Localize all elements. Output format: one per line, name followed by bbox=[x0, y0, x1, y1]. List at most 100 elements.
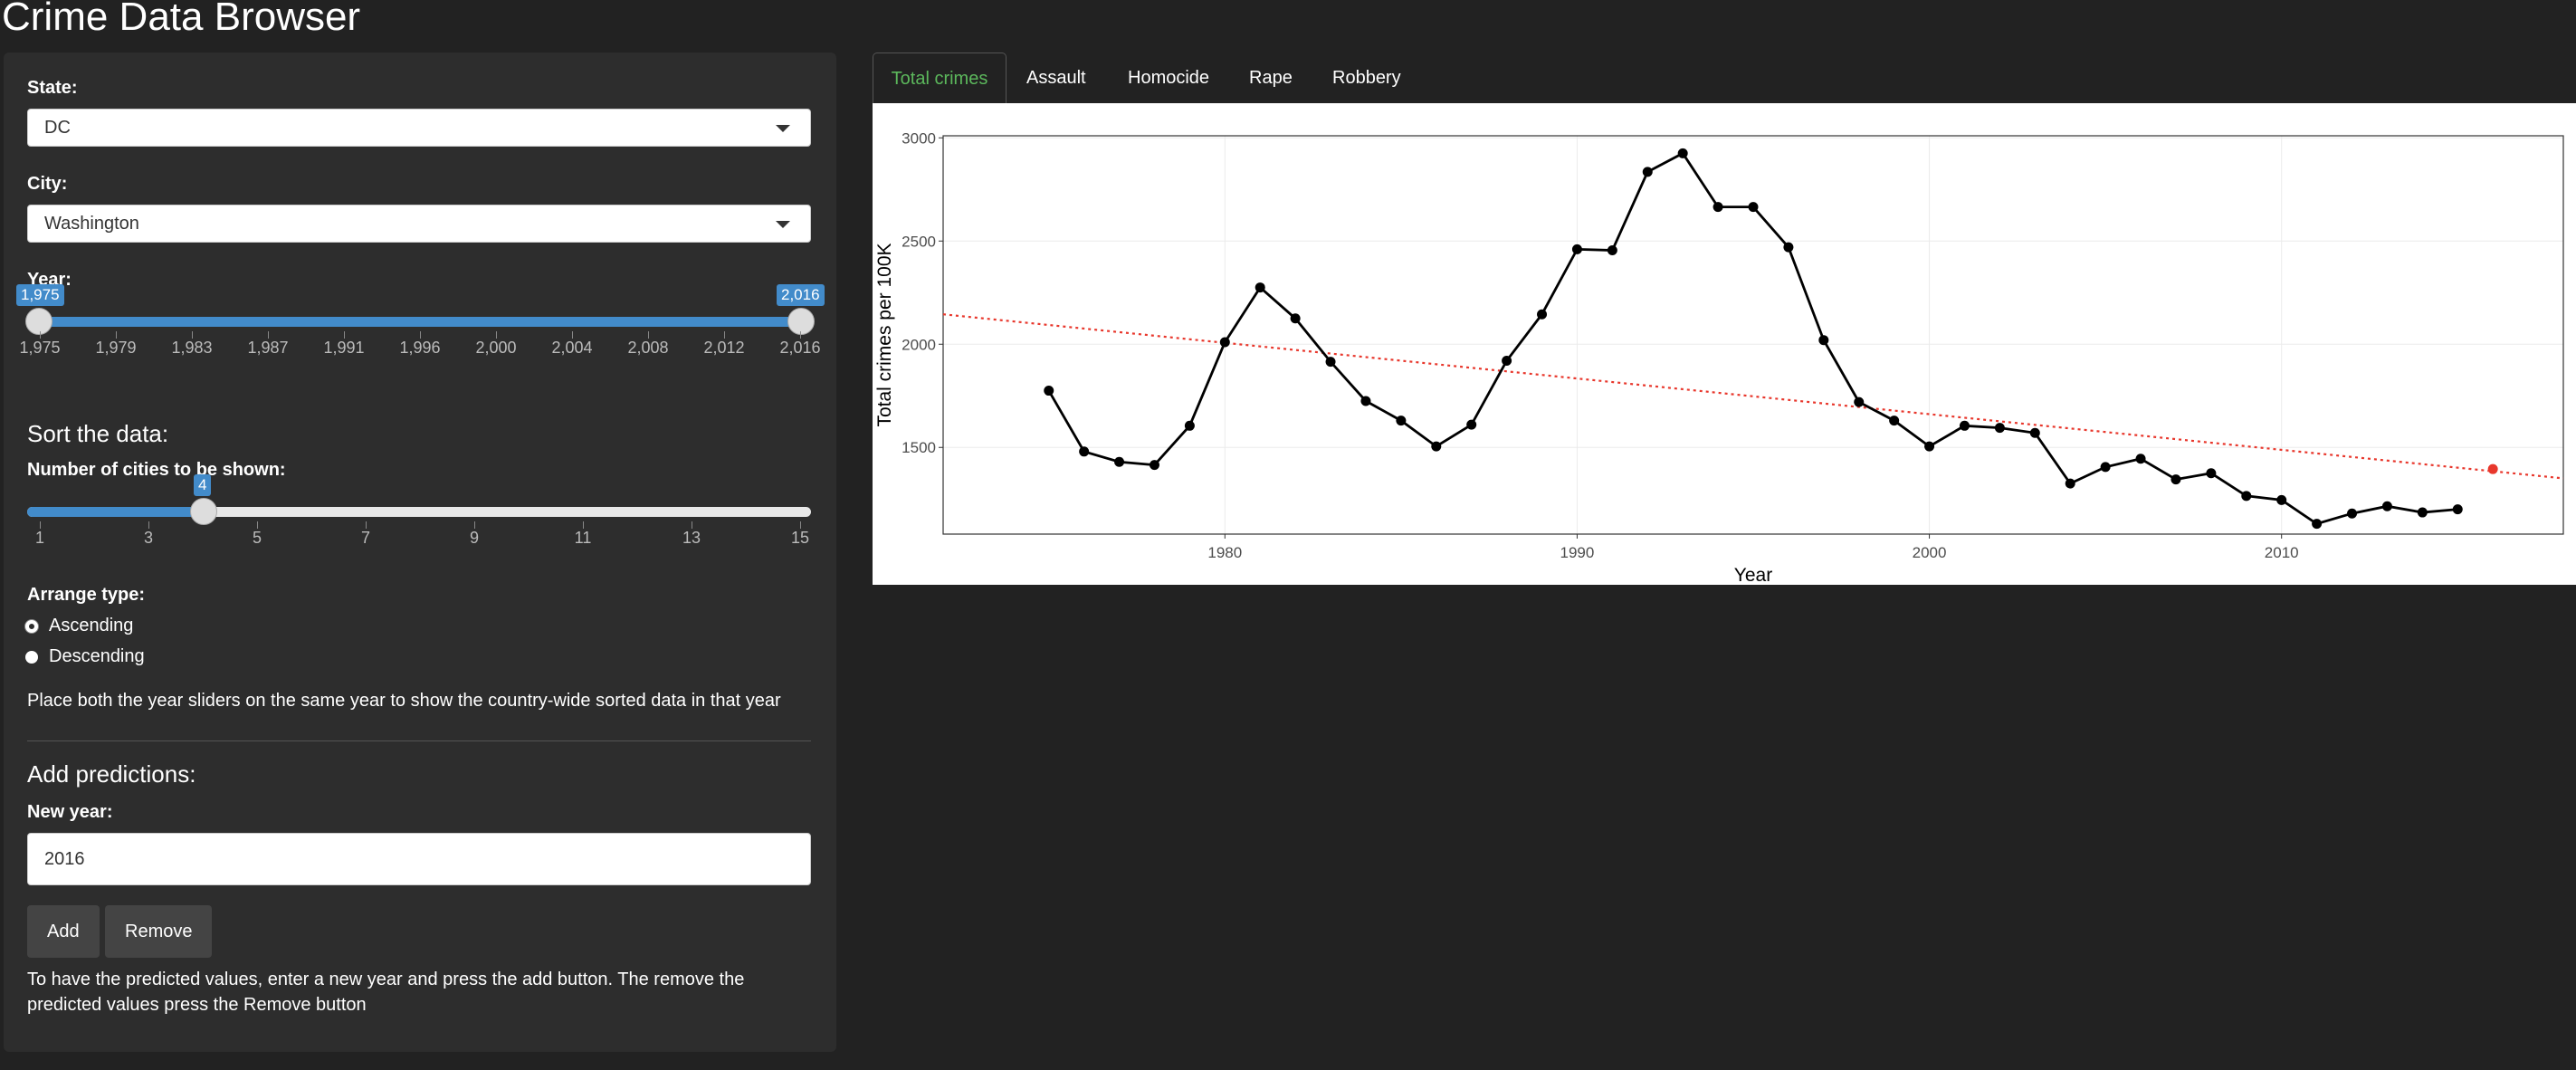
data-point bbox=[1360, 396, 1371, 406]
year-slider-tick-mark bbox=[40, 331, 41, 339]
radio-descending-label: Descending bbox=[49, 646, 145, 666]
year-slider-tick-label: 1,991 bbox=[323, 339, 365, 357]
section-divider bbox=[27, 740, 811, 741]
cities-slider-value: 4 bbox=[194, 474, 212, 496]
year-slider-tick-label: 1,987 bbox=[247, 339, 289, 357]
data-point bbox=[1642, 167, 1653, 177]
predictions-help-text: To have the predicted values, enter a ne… bbox=[27, 970, 745, 1015]
data-point bbox=[1431, 441, 1442, 452]
plot-panel-border bbox=[942, 135, 2564, 535]
year-slider-tick-mark bbox=[268, 331, 269, 339]
data-point bbox=[1783, 242, 1794, 253]
y-tick-label: 1500 bbox=[902, 439, 936, 456]
city-select-value: Washington bbox=[44, 214, 139, 234]
crime-chart: 1500 2000 2500 3000 1980 1990 2000 2010 Year Tota… bbox=[873, 103, 2576, 585]
add-button[interactable]: Add bbox=[27, 905, 100, 958]
year-slider-tick-mark bbox=[648, 331, 649, 339]
cities-slider-tick-label: 13 bbox=[682, 529, 701, 547]
data-point bbox=[1184, 420, 1195, 431]
city-select[interactable]: Washington bbox=[27, 205, 811, 243]
data-point bbox=[2029, 427, 2040, 438]
cities-count-slider[interactable]: 4 1 3 5 7 9 11 13 15 bbox=[4, 474, 836, 559]
year-range-slider[interactable]: 1,975 2,016 1,975 1,979 1,983 1,987 1,991 1,9… bbox=[4, 284, 836, 369]
remove-button[interactable]: Remove bbox=[105, 905, 213, 958]
sort-heading: Sort the data: bbox=[27, 420, 169, 447]
y-tick-label: 3000 bbox=[902, 129, 936, 147]
x-tick-label: 1980 bbox=[1207, 544, 1242, 561]
radio-descending-icon[interactable] bbox=[25, 650, 38, 664]
cities-slider-tick-mark bbox=[148, 521, 149, 529]
year-slider-tick-mark bbox=[344, 331, 345, 339]
year-slider-tick-mark bbox=[192, 331, 193, 339]
data-point bbox=[1537, 309, 1548, 320]
data-point bbox=[2065, 478, 2075, 489]
year-slider-tick-label: 2,008 bbox=[627, 339, 669, 357]
chevron-down-icon bbox=[776, 125, 790, 132]
cities-slider-tick-label: 1 bbox=[34, 529, 45, 547]
data-point bbox=[1677, 148, 1688, 158]
radio-descending[interactable]: Descending bbox=[25, 646, 145, 667]
data-point bbox=[1219, 337, 1230, 348]
data-point bbox=[1114, 456, 1125, 467]
state-select[interactable]: DC bbox=[27, 109, 811, 147]
data-point bbox=[1149, 460, 1159, 471]
tab-homocide[interactable]: Homocide bbox=[1128, 53, 1209, 103]
data-point bbox=[1290, 313, 1301, 324]
data-point bbox=[1924, 441, 1935, 452]
year-slider-tick-label: 2,000 bbox=[475, 339, 517, 357]
year-slider-tick-label: 2,012 bbox=[703, 339, 745, 357]
y-tick-label: 2000 bbox=[902, 336, 936, 353]
sidebar-panel: State: DC City: Washington Year: 1,975 2… bbox=[4, 53, 836, 1052]
year-slider-tick-label: 1,996 bbox=[399, 339, 441, 357]
data-point bbox=[1818, 335, 1829, 346]
data-point bbox=[2312, 519, 2323, 530]
data-point bbox=[2206, 468, 2217, 479]
radio-ascending[interactable]: Ascending bbox=[25, 616, 133, 636]
radio-ascending-icon[interactable] bbox=[25, 619, 38, 633]
year-slider-tick-mark bbox=[572, 331, 573, 339]
chart-svg: 1500 2000 2500 3000 1980 1990 2000 2010 Year Tota… bbox=[874, 129, 2564, 585]
data-point bbox=[2452, 504, 2463, 515]
y-tick-label: 2500 bbox=[902, 233, 936, 250]
tab-total-crimes[interactable]: Total crimes bbox=[873, 53, 1007, 103]
cities-slider-tick-label: 9 bbox=[469, 529, 480, 547]
cities-slider-tick-mark bbox=[257, 521, 258, 529]
new-year-input[interactable] bbox=[27, 833, 811, 885]
year-slider-tick-label: 1,983 bbox=[171, 339, 213, 357]
state-label: State: bbox=[27, 78, 78, 98]
data-point bbox=[1607, 245, 1617, 256]
data-point bbox=[2241, 491, 2252, 502]
cities-slider-fill bbox=[27, 507, 206, 517]
state-select-value: DC bbox=[44, 118, 71, 138]
data-point bbox=[2171, 474, 2181, 485]
year-slider-tick-mark bbox=[496, 331, 497, 339]
data-point bbox=[1571, 244, 1582, 254]
year-slider-high-handle[interactable] bbox=[787, 308, 815, 335]
cities-slider-handle[interactable] bbox=[190, 498, 217, 525]
cities-slider-tick-mark bbox=[474, 521, 475, 529]
data-point bbox=[2381, 501, 2392, 511]
data-point bbox=[2417, 507, 2428, 518]
cities-slider-tick-mark bbox=[366, 521, 367, 529]
data-point bbox=[1502, 355, 1512, 366]
tab-robbery[interactable]: Robbery bbox=[1332, 53, 1401, 103]
data-point bbox=[2276, 494, 2287, 505]
year-slider-bar bbox=[38, 317, 800, 327]
tab-rape[interactable]: Rape bbox=[1249, 53, 1293, 103]
trend-line bbox=[942, 313, 2564, 480]
data-point bbox=[1748, 202, 1759, 213]
data-point bbox=[1079, 446, 1090, 457]
x-tick-label: 1990 bbox=[1560, 544, 1595, 561]
data-point bbox=[2100, 462, 2111, 473]
cities-slider-tick-label: 7 bbox=[360, 529, 371, 547]
cities-slider-tick-label: 15 bbox=[790, 529, 810, 547]
chevron-down-icon bbox=[776, 221, 790, 228]
x-tick-label: 2000 bbox=[1913, 544, 1947, 561]
tab-assault[interactable]: Assault bbox=[1026, 53, 1086, 103]
x-tick-label: 2010 bbox=[2265, 544, 2299, 561]
year-slider-low-value: 1,975 bbox=[16, 284, 64, 306]
data-point bbox=[1255, 282, 1265, 293]
year-slider-low-handle[interactable] bbox=[25, 308, 52, 335]
arrange-label: Arrange type: bbox=[27, 585, 146, 605]
data-point bbox=[1325, 357, 1336, 368]
